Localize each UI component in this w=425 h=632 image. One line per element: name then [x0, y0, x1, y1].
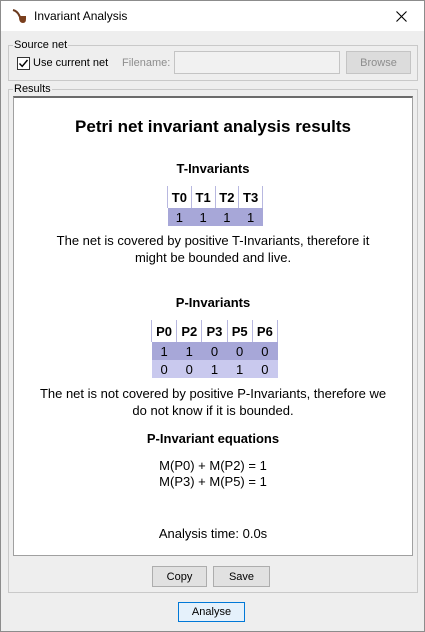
checkmark-icon: [18, 59, 29, 68]
column-header: P0: [150, 320, 178, 342]
t-invariants-note-line1: The net is covered by positive T-Invaria…: [56, 233, 370, 248]
use-current-net-checkbox[interactable]: [17, 57, 30, 70]
title-bar[interactable]: Invariant Analysis: [1, 1, 424, 31]
table-cell: 1: [238, 208, 263, 226]
column-header: P2: [176, 320, 203, 342]
source-net-legend: Source net: [13, 39, 69, 52]
p-invariants-note-line1: The net is not covered by positive P-Inv…: [39, 386, 387, 401]
filename-label: Filename:: [122, 57, 171, 69]
p-invariants-table: P0 P2 P3 P5 P6 1 1 0 0 0 0 0 1 1 0: [150, 320, 279, 378]
table-row: 1 1 0 0 0: [151, 342, 278, 360]
t-invariants-table: T0 T1 T2 T3 1 1 1 1: [167, 186, 263, 226]
pipe-icon: [12, 9, 26, 23]
results-title: Petri net invariant analysis results: [75, 117, 351, 136]
table-cell: 0: [176, 360, 202, 378]
analysis-time: Analysis time: 0.0s: [158, 526, 268, 541]
results-legend: Results: [13, 83, 52, 96]
column-header: P3: [201, 320, 228, 342]
column-header: T2: [214, 186, 240, 208]
analyse-button[interactable]: Analyse: [178, 602, 245, 622]
equation-line: M(P0) + M(P2) = 1: [159, 458, 267, 473]
table-cell: 1: [227, 360, 253, 378]
invariant-analysis-window: Invariant Analysis Source net Use curren…: [0, 0, 425, 632]
equations-heading: P-Invariant equations: [146, 431, 280, 446]
p-invariants-heading: P-Invariants: [175, 295, 251, 310]
table-cell: 0: [227, 342, 253, 360]
table-cell: 1: [201, 360, 228, 378]
copy-button[interactable]: Copy: [152, 566, 207, 587]
equation-line: M(P3) + M(P5) = 1: [159, 474, 267, 489]
table-row: 0 0 1 1 0: [151, 360, 278, 378]
table-cell: 0: [201, 342, 228, 360]
t-invariants-note-line2: might be bounded and live.: [134, 250, 292, 265]
table-cell: 0: [252, 360, 278, 378]
table-header-row: T0 T1 T2 T3: [167, 186, 263, 208]
close-icon: [395, 10, 407, 22]
table-cell: 1: [215, 208, 239, 226]
table-cell: 1: [151, 342, 177, 360]
p-invariants-note-line2: do not know if it is bounded.: [132, 403, 294, 418]
column-header: P6: [251, 320, 279, 342]
column-header: T0: [167, 186, 192, 208]
use-current-net-label[interactable]: Use current net: [33, 57, 108, 69]
close-button[interactable]: [378, 1, 424, 31]
table-cell: 0: [252, 342, 278, 360]
table-cell: 1: [167, 208, 192, 226]
table-cell: 0: [151, 360, 177, 378]
column-header: T3: [238, 186, 263, 208]
table-cell: 1: [176, 342, 202, 360]
save-button[interactable]: Save: [213, 566, 270, 587]
column-header: T1: [190, 186, 216, 208]
source-net-group: Source net Use current net Filename: Bro…: [8, 39, 418, 81]
table-cell: 1: [191, 208, 215, 226]
column-header: P5: [226, 320, 253, 342]
window-title: Invariant Analysis: [34, 9, 128, 23]
browse-button[interactable]: Browse: [346, 51, 411, 74]
table-header-row: P0 P2 P3 P5 P6: [150, 320, 279, 342]
table-row: 1 1 1 1: [167, 208, 263, 226]
results-group: Results Petri net invariant analysis res…: [8, 83, 418, 593]
results-pane[interactable]: Petri net invariant analysis results T-I…: [13, 96, 413, 556]
filename-input[interactable]: [174, 51, 340, 74]
t-invariants-heading: T-Invariants: [176, 161, 250, 176]
